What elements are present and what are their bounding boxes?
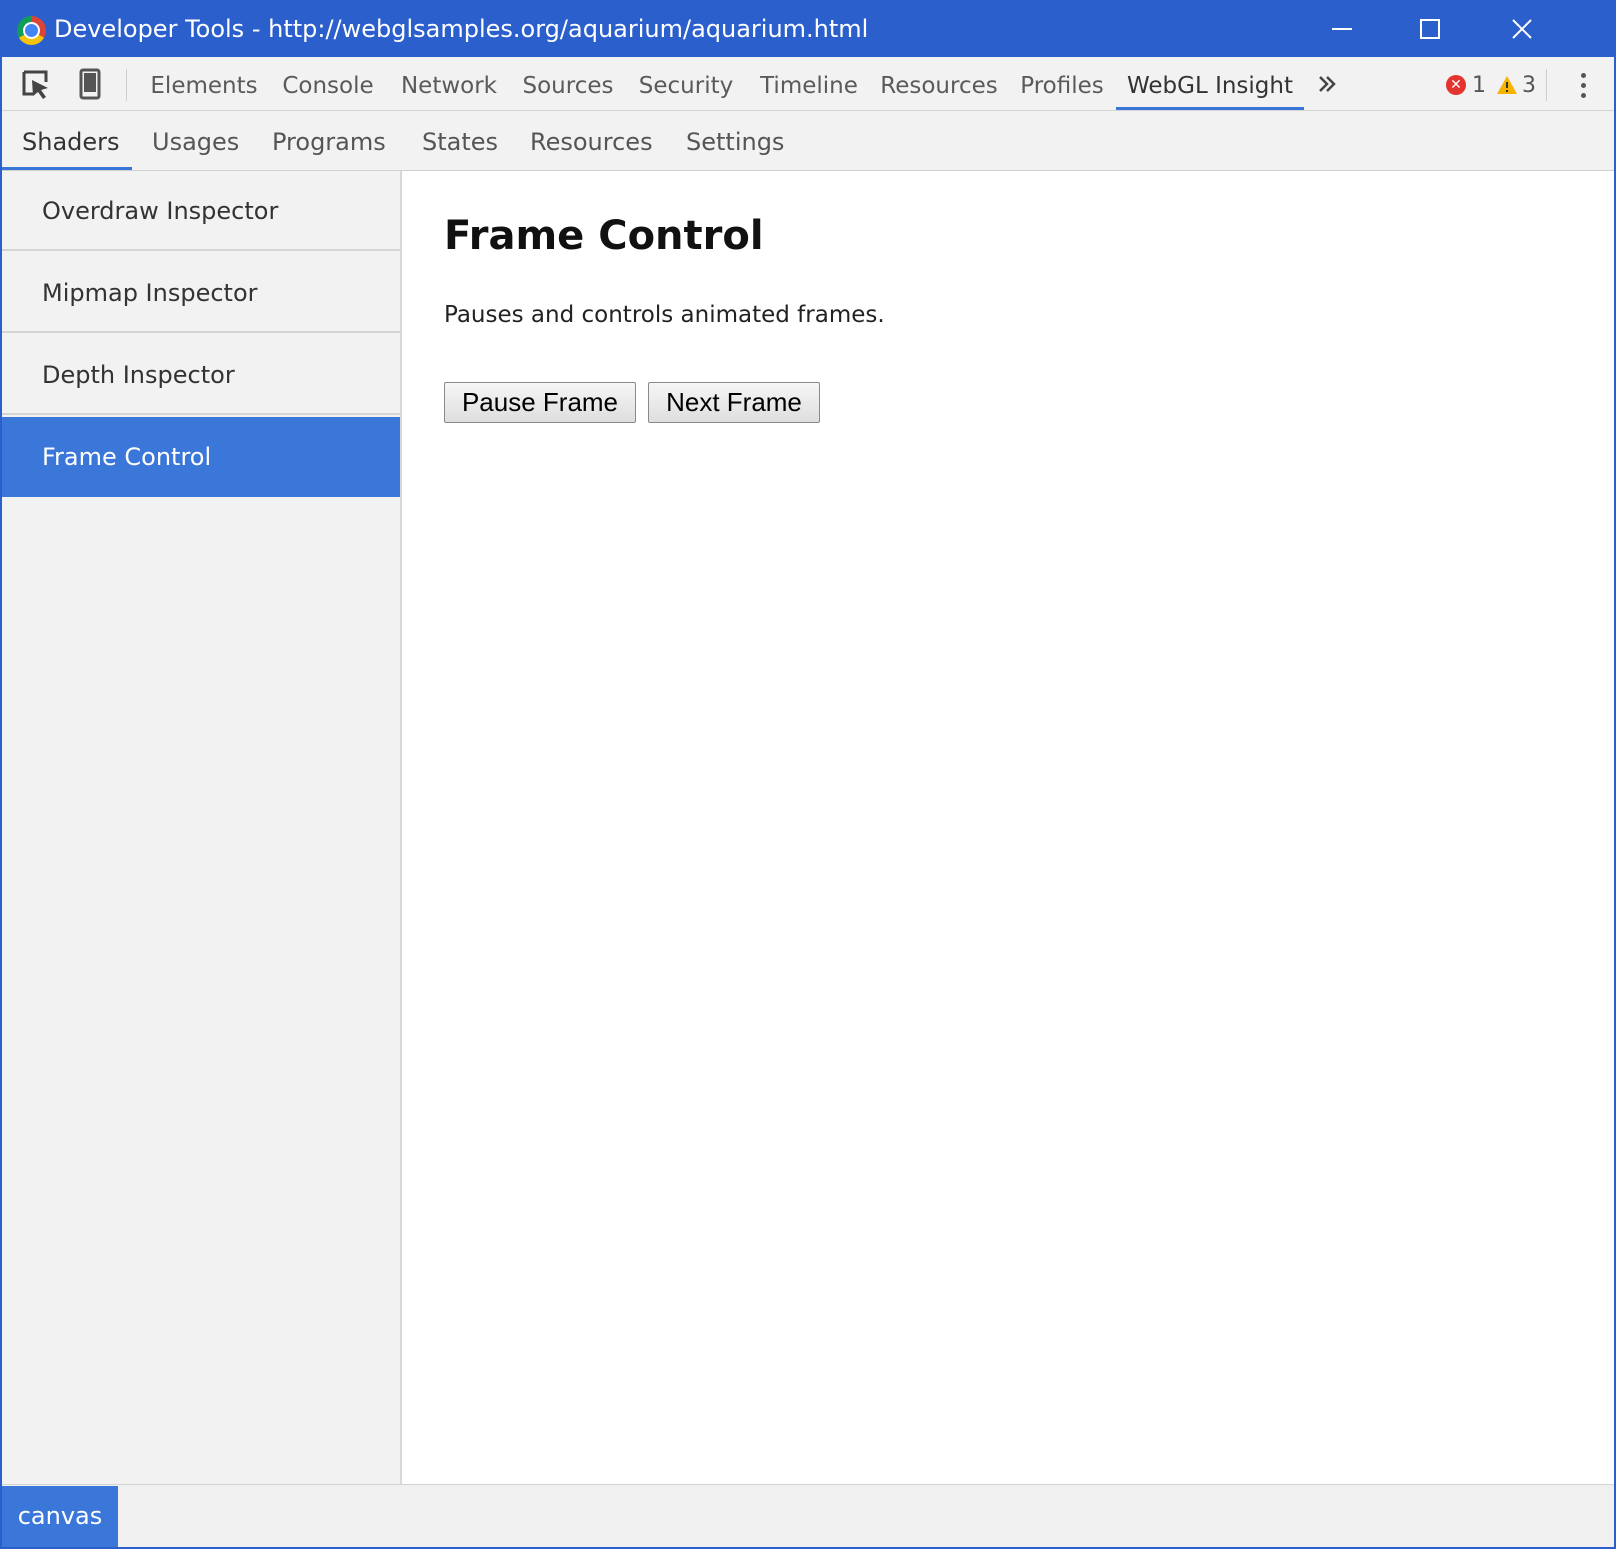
more-tabs-button[interactable] — [1312, 69, 1342, 99]
canvas-context-chip[interactable]: canvas — [2, 1486, 118, 1547]
subtab-programs[interactable]: Programs — [272, 111, 386, 170]
pause-frame-button[interactable]: Pause Frame — [444, 382, 636, 423]
sidebar-item-mipmap-inspector[interactable]: Mipmap Inspector — [2, 253, 400, 333]
minimize-icon — [1332, 27, 1352, 30]
warning-icon — [1497, 76, 1517, 94]
context-bar: canvas — [2, 1484, 1614, 1547]
tab-network[interactable]: Network — [390, 57, 508, 110]
tab-sources[interactable]: Sources — [512, 57, 624, 110]
subtab-resources[interactable]: Resources — [530, 111, 653, 170]
sidebar-item-overdraw-inspector[interactable]: Overdraw Inspector — [2, 171, 400, 251]
toolbar-separator — [126, 69, 127, 101]
warning-counter[interactable]: 3 — [1496, 71, 1536, 99]
maximize-button[interactable] — [1386, 0, 1474, 57]
maximize-icon — [1420, 18, 1440, 39]
tab-security[interactable]: Security — [630, 57, 742, 110]
subtab-settings[interactable]: Settings — [686, 111, 784, 170]
tab-webgl-insight[interactable]: WebGL Insight — [1116, 57, 1304, 110]
panel-description: Pauses and controls animated frames. — [444, 302, 885, 328]
sidebar-item-depth-inspector[interactable]: Depth Inspector — [2, 335, 400, 415]
devtools-window: Developer Tools - http://webglsamples.or… — [2, 0, 1614, 1547]
chrome-logo-icon — [17, 16, 46, 45]
error-count: 1 — [1472, 72, 1486, 98]
tab-console[interactable]: Console — [272, 57, 384, 110]
error-icon: ✕ — [1446, 75, 1466, 95]
more-options-icon[interactable] — [1568, 69, 1598, 101]
device-mode-button[interactable] — [72, 67, 108, 101]
tab-resources[interactable]: Resources — [876, 57, 1002, 110]
subtab-shaders[interactable]: Shaders — [2, 111, 132, 170]
sidebar-item-frame-control[interactable]: Frame Control — [2, 417, 400, 497]
frame-control-panel: Frame Control Pauses and controls animat… — [402, 171, 1614, 1484]
tab-timeline[interactable]: Timeline — [748, 57, 870, 110]
close-icon — [1512, 18, 1532, 39]
inspect-element-button[interactable] — [18, 67, 54, 101]
subtab-usages[interactable]: Usages — [152, 111, 239, 170]
next-frame-button[interactable]: Next Frame — [648, 382, 820, 423]
subtab-states[interactable]: States — [422, 111, 498, 170]
tools-sidebar: Overdraw Inspector Mipmap Inspector Dept… — [2, 171, 402, 1484]
toolbar-separator-right — [1546, 69, 1547, 101]
webgl-insight-subtabs: Shaders Usages Programs States Resources… — [2, 111, 1614, 171]
tab-elements[interactable]: Elements — [146, 57, 262, 110]
window-title: Developer Tools - http://webglsamples.or… — [54, 15, 869, 43]
title-bar: Developer Tools - http://webglsamples.or… — [2, 0, 1614, 57]
tab-profiles[interactable]: Profiles — [1008, 57, 1116, 110]
main-toolbar: Elements Console Network Sources Securit… — [2, 57, 1614, 111]
error-counter[interactable]: ✕ 1 — [1446, 71, 1486, 99]
minimize-button[interactable] — [1298, 0, 1386, 57]
warning-count: 3 — [1522, 72, 1536, 98]
device-mode-icon — [79, 68, 101, 100]
more-tabs-icon — [1319, 76, 1336, 92]
close-button[interactable] — [1478, 0, 1566, 57]
inspect-element-icon — [22, 70, 48, 99]
panel-title: Frame Control — [444, 213, 764, 259]
